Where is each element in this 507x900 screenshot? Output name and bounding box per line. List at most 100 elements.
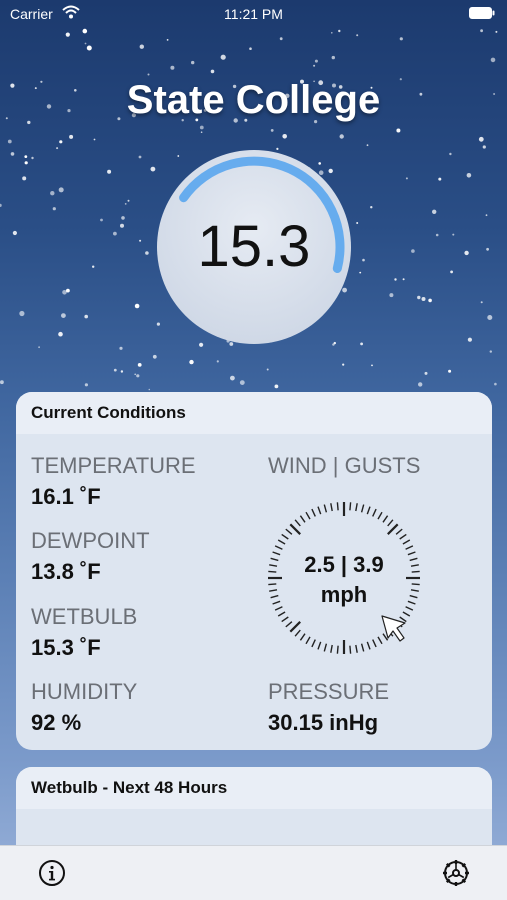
snowflake <box>450 270 453 274</box>
snowflake <box>84 42 87 45</box>
snowflake <box>216 360 219 363</box>
compass-tick <box>366 641 371 650</box>
wetbulb-value: 15.3 ˚F <box>31 635 101 660</box>
snowflake <box>428 298 432 303</box>
compass-tick <box>402 611 411 617</box>
compass-tick <box>382 515 389 523</box>
snowflake <box>249 47 252 50</box>
snowflake <box>480 29 483 33</box>
compass-tick <box>366 506 371 515</box>
snowflake <box>467 337 472 342</box>
compass-tick <box>317 506 322 515</box>
snowflake <box>494 382 497 386</box>
snowflake <box>239 380 245 385</box>
snowflake <box>148 388 151 391</box>
snowflake <box>435 233 439 237</box>
snowflake <box>338 29 341 33</box>
snowflake <box>480 301 483 304</box>
pressure-value: 30.15 inHg <box>268 710 379 735</box>
compass-tick <box>299 633 306 641</box>
snowflake <box>65 32 70 37</box>
snowflake <box>145 251 149 255</box>
compass-tick <box>317 641 322 650</box>
snowflake <box>424 371 428 375</box>
snowflake <box>371 364 373 367</box>
compass-tick <box>294 519 301 527</box>
compass-tick <box>289 621 301 633</box>
snowflake <box>38 346 40 349</box>
dewpoint-label: DEWPOINT <box>31 528 150 553</box>
snowflake <box>100 218 103 222</box>
snowflake <box>356 34 359 37</box>
snowflake <box>10 152 15 156</box>
wind-unit: mph <box>320 582 368 607</box>
compass-tick <box>281 533 289 540</box>
compass-tick <box>277 539 286 545</box>
snowflake <box>478 136 484 142</box>
snowflake <box>495 30 498 33</box>
snowflake <box>86 45 92 51</box>
compass-tick <box>311 508 316 517</box>
compass-tick <box>355 644 358 653</box>
snowflake <box>124 203 127 205</box>
snowflake <box>274 384 279 389</box>
settings-icon[interactable] <box>441 858 471 888</box>
snowflake <box>170 65 175 70</box>
snowflake <box>389 293 394 298</box>
snowflake <box>438 177 442 181</box>
snowflake <box>313 64 316 67</box>
snowflake <box>266 368 269 371</box>
snowflake <box>199 125 204 130</box>
snowflake <box>331 55 335 60</box>
wind-speeds: 2.5 | 3.9 <box>304 552 384 577</box>
humidity-label: HUMIDITY <box>31 679 138 704</box>
snowflake <box>356 222 359 224</box>
snowflake <box>31 156 34 160</box>
bottom-toolbar <box>0 845 507 900</box>
compass-tick <box>372 508 377 517</box>
snowflake <box>138 155 142 159</box>
snowflake <box>449 152 452 156</box>
snowflake <box>417 295 421 300</box>
compass-tick <box>360 504 365 513</box>
snowflake <box>139 44 144 49</box>
snowflake <box>489 350 492 353</box>
pressure-label: PRESSURE <box>268 679 390 704</box>
compass-tick <box>311 639 316 648</box>
dewpoint-value: 13.8 ˚F <box>31 559 101 584</box>
snowflake <box>56 147 59 150</box>
compass-tick <box>395 528 403 535</box>
info-icon[interactable] <box>38 859 66 887</box>
snowflake <box>448 369 452 373</box>
compass-tick <box>405 545 414 550</box>
compass-tick <box>330 644 333 653</box>
snowflake <box>485 214 488 217</box>
compass-tick <box>323 504 328 513</box>
temperature-value: 16.1 ˚F <box>31 484 101 509</box>
snowflake <box>69 134 74 139</box>
snowflake <box>137 363 142 367</box>
snowflake <box>58 331 63 337</box>
gauge-value: 15.3 <box>197 214 311 279</box>
snowflake <box>394 278 397 281</box>
compass-tick <box>294 629 301 637</box>
snowflake <box>366 144 369 147</box>
battery-full-icon <box>469 7 495 19</box>
snowflake <box>189 359 194 365</box>
snowflake <box>279 37 283 41</box>
snowflake <box>314 59 318 63</box>
snowflake <box>490 57 496 63</box>
status-time: 11:21 PM <box>224 6 283 22</box>
snowflake <box>52 207 56 211</box>
snowflake <box>339 134 344 139</box>
snowflake <box>84 383 88 387</box>
snowflake <box>134 303 140 309</box>
compass-tick <box>387 519 394 527</box>
snowflake <box>342 363 345 366</box>
compass-tick <box>285 621 293 628</box>
snowflake <box>486 247 489 251</box>
snowflake <box>396 128 401 133</box>
snowflake <box>107 169 112 174</box>
compass-tick <box>402 539 411 545</box>
snowflake <box>411 249 415 253</box>
